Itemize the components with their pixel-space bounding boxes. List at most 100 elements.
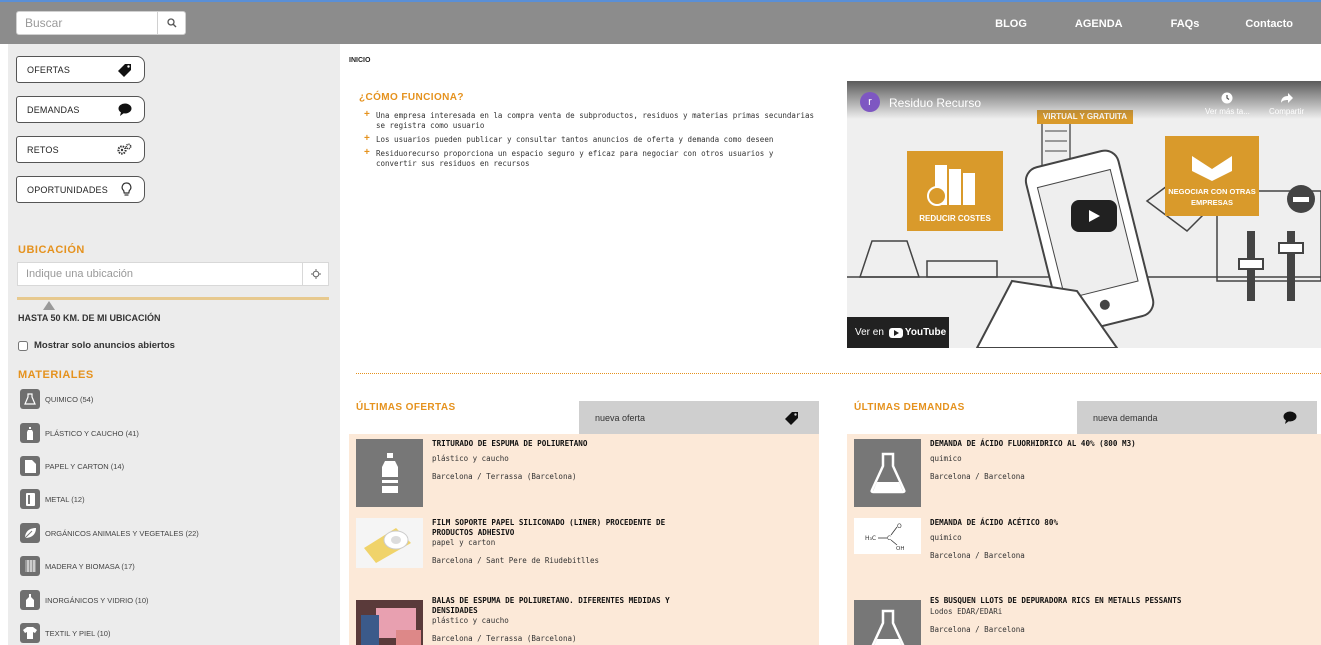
demands-list: DEMANDA DE ÁCIDO FLUORHIDRICO AL 40% (80… [847,434,1321,645]
listing-title[interactable]: DEMANDA DE ÁCIDO FLUORHIDRICO AL 40% (80… [930,439,1230,449]
material-item-metal[interactable]: METAL (12) [20,488,85,510]
material-label: PLÁSTICO Y CAUCHO (41) [45,428,139,438]
demand-item[interactable]: ES BUSQUEN LLOTS DE DEPURADORA RICS EN M… [854,596,1230,645]
open-only-row: Mostrar solo anuncios abiertos [18,340,175,351]
breadcrumb[interactable]: INICIO [349,57,370,64]
youtube-play-icon [888,327,903,338]
offer-item[interactable]: BALAS DE ESPUMA DE POLIURETANO. DIFERENT… [356,596,702,645]
listing-category: plástico y caucho [432,453,509,463]
new-demand-label: nueva demanda [1093,412,1158,423]
clock-icon [1221,92,1233,104]
distance-slider-track[interactable] [17,297,329,300]
watch-later-button[interactable]: Ver más ta... [1205,92,1250,116]
svg-text:H₃C: H₃C [865,535,876,542]
youtube-logo: YouTube [888,327,946,338]
speech-bubble-icon [118,103,132,116]
new-demand-button[interactable]: nueva demanda [1077,401,1317,434]
nav-faqs-link[interactable]: FAQs [1171,18,1200,30]
video-title[interactable]: Residuo Recurso [889,96,981,110]
locate-button[interactable] [302,263,328,285]
listing-category: quimico [930,453,962,463]
how-it-works-item: Residuorecurso proporciona un espacio se… [364,148,814,169]
new-offer-label: nueva oferta [595,412,646,423]
search-icon [166,18,176,28]
section-divider [356,373,1321,374]
nav-blog-link[interactable]: BLOG [995,18,1027,30]
offer-item[interactable]: FILM SOPORTE PAPEL SILICONADO (LINER) PR… [356,518,702,568]
material-item-plastico[interactable]: PLÁSTICO Y CAUCHO (41) [20,422,139,444]
material-item-textil[interactable]: TEXTIL Y PIEL (10) [20,622,110,644]
top-bar: BLOG AGENDA FAQs Contacto [0,0,1321,44]
material-item-inorganicos[interactable]: INORGÁNICOS Y VIDRIO (10) [20,589,149,611]
location-box [17,262,329,286]
material-item-madera[interactable]: MADERA Y BIOMASA (17) [20,555,135,577]
material-label: PAPEL Y CARTON (14) [45,461,125,471]
location-input[interactable] [18,263,302,285]
category-label: RETOS [27,144,59,155]
play-icon [1089,210,1100,222]
category-label: OFERTAS [27,64,71,75]
listing-thumbnail [854,439,921,507]
listing-title[interactable]: FILM SOPORTE PAPEL SILICONADO (LINER) PR… [432,518,702,537]
material-label: QUIMICO (54) [45,394,94,404]
listing-title[interactable]: ES BUSQUEN LLOTS DE DEPURADORA RICS EN M… [930,596,1230,606]
material-label: ORGÁNICOS ANIMALES Y VEGETALES (22) [45,528,199,538]
tag-icon [785,411,798,425]
watch-on-youtube[interactable]: Ver en YouTube [847,317,949,348]
leaf-icon [24,528,36,539]
material-label: TEXTIL Y PIEL (10) [45,628,111,638]
category-retos-button[interactable]: RETOS [16,136,145,163]
tag-icon [118,63,131,77]
material-item-organicos[interactable]: ORGÁNICOS ANIMALES Y VEGETALES (22) [20,522,199,544]
category-oportunidades-button[interactable]: OPORTUNIDADES [16,176,145,203]
category-label: DEMANDAS [27,104,80,115]
offer-item[interactable]: TRITURADO DE ESPUMA DE POLIURETANO plást… [356,439,702,507]
label-negotiate: NEGOCIAR CON OTRAS EMPRESAS [1165,186,1259,210]
play-button[interactable] [1071,200,1117,232]
listing-location: Barcelona / Terrassa (Barcelona) [432,471,577,481]
gears-icon [117,143,132,155]
watch-later-label: Ver más ta... [1205,107,1250,116]
crosshair-icon [310,269,321,279]
listing-title[interactable]: TRITURADO DE ESPUMA DE POLIURETANO [432,439,702,449]
demand-item[interactable]: H₃C C O OH DEMANDA DE ÁCIDO ACÉTICO 80% qui… [854,518,1230,560]
paper-icon [24,459,36,473]
listing-category: papel y carton [432,538,496,547]
listing-title[interactable]: DEMANDA DE ÁCIDO ACÉTICO 80% [930,518,1230,528]
nav-agenda-link[interactable]: AGENDA [1075,18,1123,30]
distance-label: HASTA 50 KM. DE MI UBICACIÓN [18,313,161,323]
can-icon [25,492,35,506]
open-only-checkbox[interactable] [18,340,28,351]
material-item-quimico[interactable]: QUIMICO (54) [20,388,93,410]
category-demandas-button[interactable]: DEMANDAS [16,96,145,123]
listing-title[interactable]: BALAS DE ESPUMA DE POLIURETANO. DIFERENT… [432,596,702,615]
demand-item[interactable]: DEMANDA DE ÁCIDO FLUORHIDRICO AL 40% (80… [854,439,1230,507]
search-input[interactable] [17,12,157,34]
listing-thumbnail: H₃C C O OH [854,518,921,554]
share-arrow-icon [1280,93,1293,103]
how-it-works-title: ¿CÓMO FUNCIONA? [359,92,464,103]
listing-location: Barcelona / Barcelona [930,550,1025,560]
share-button[interactable]: Compartir [1269,92,1304,116]
svg-text:O: O [897,523,902,530]
shirt-icon [23,627,37,639]
how-it-works-item: Los usuarios pueden publicar y consultar… [364,134,814,145]
video-embed[interactable]: VIRTUAL Y GRATUITA REDUCIR COSTES NEGOCI… [847,81,1321,348]
channel-avatar[interactable]: r [860,92,880,112]
material-item-papel[interactable]: PAPEL Y CARTON (14) [20,455,124,477]
how-it-works-list: Una empresa interesada en la compra vent… [364,110,814,173]
nav-contact-link[interactable]: Contacto [1245,18,1293,30]
distance-slider-handle[interactable] [43,301,55,310]
svg-text:OH: OH [896,546,904,551]
search-button[interactable] [157,12,185,34]
category-ofertas-button[interactable]: OFERTAS [16,56,145,83]
sidebar: OFERTAS DEMANDAS RETOS OPORTUNIDADES UBI… [8,44,340,645]
bottle-icon [381,453,398,493]
listing-location: Barcelona / Terrassa (Barcelona) [432,634,577,643]
latest-offers-title: ÚLTIMAS OFERTAS [356,402,456,413]
listing-category: quimico [930,532,962,542]
new-offer-button[interactable]: nueva oferta [579,401,819,434]
glass-icon [26,593,34,607]
flask-icon [24,393,36,405]
listing-location: Barcelona / Sant Pere de Riudebitlles [432,556,600,565]
